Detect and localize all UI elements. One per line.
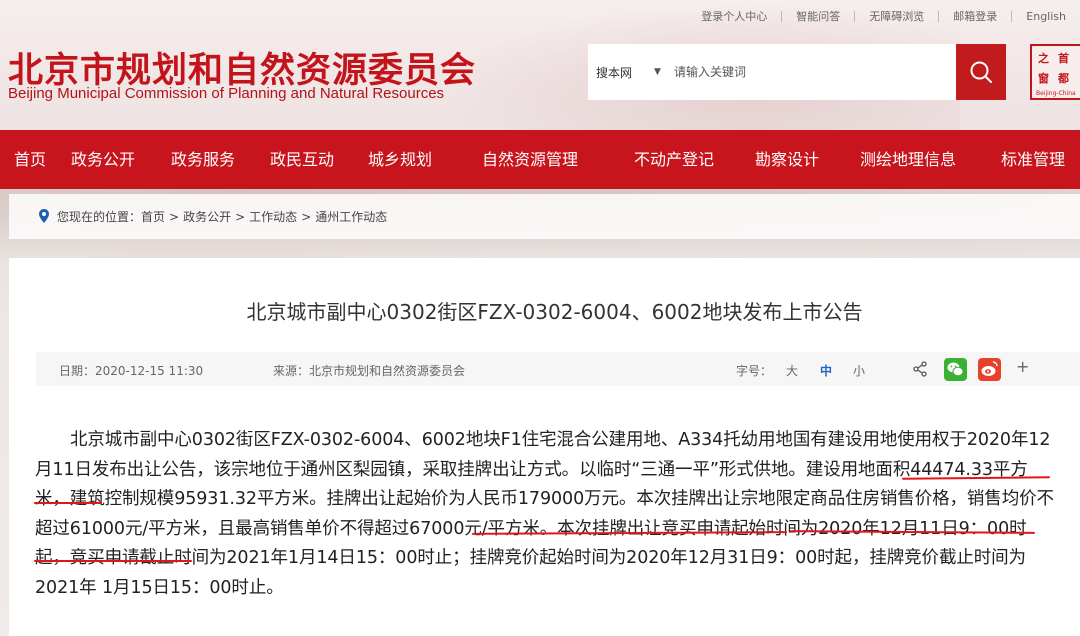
weibo-share-button[interactable] <box>978 358 1001 381</box>
search-icon <box>970 61 992 83</box>
publish-date: 日期：2020-12-15 11:30 <box>59 364 204 378</box>
accessibility-link[interactable]: 无障碍浏览 <box>855 8 938 24</box>
search-scope-select[interactable]: 搜本网 ▼ <box>588 64 674 81</box>
nav-item-gov-affairs[interactable]: 政务公开 <box>71 130 135 189</box>
search-input[interactable] <box>674 52 956 92</box>
breadcrumb-separator: > <box>235 209 246 224</box>
breadcrumb-prefix: 您现在的位置： <box>57 210 142 224</box>
share-icon[interactable] <box>912 361 928 377</box>
annotation-underline <box>34 560 192 562</box>
capital-window-seal[interactable]: 之 首 窗 都 Beijing-China <box>1030 44 1080 100</box>
article-meta-bar: 日期：2020-12-15 11:30 来源：北京市规划和自然资源委员会 字号：… <box>36 352 1080 386</box>
font-size-medium-button[interactable]: 中 <box>820 362 832 379</box>
nav-item-interaction[interactable]: 政民互动 <box>270 130 334 189</box>
seal-char: 首 <box>1058 52 1069 65</box>
breadcrumb: 您现在的位置： 首页 > 政务公开 > 工作动态 > 通州工作动态 <box>9 194 1080 239</box>
annotation-underline <box>34 502 102 504</box>
seal-char: 之 <box>1038 52 1049 65</box>
top-links: 登录个人中心 智能问答 无障碍浏览 邮箱登录 English <box>687 8 1080 24</box>
nav-item-real-estate[interactable]: 不动产登记 <box>634 130 714 189</box>
nav-item-home[interactable]: 首页 <box>14 130 46 189</box>
english-link[interactable]: English <box>1012 10 1080 23</box>
breadcrumb-work-news[interactable]: 工作动态 <box>249 208 297 225</box>
article-title: 北京城市副中心0302街区FZX-0302-6004、6002地块发布上市公告 <box>246 300 863 324</box>
article-body: 北京城市副中心0302街区FZX-0302-6004、6002地块F1住宅混合公… <box>35 426 1055 604</box>
mailbox-link[interactable]: 邮箱登录 <box>939 8 1011 24</box>
breadcrumb-tongzhou-news[interactable]: 通州工作动态 <box>315 208 387 225</box>
weibo-icon <box>981 361 998 376</box>
search-scope-label: 搜本网 <box>596 65 633 80</box>
location-pin-icon <box>39 209 49 223</box>
nav-item-urban-planning[interactable]: 城乡规划 <box>368 130 432 189</box>
article-panel: 北京城市副中心0302街区FZX-0302-6004、6002地块发布上市公告 … <box>9 258 1080 636</box>
caret-down-icon: ▼ <box>654 67 661 77</box>
site-logo-english[interactable]: Beijing Municipal Commission of Planning… <box>8 85 444 102</box>
article-source: 来源：北京市规划和自然资源委员会 <box>273 364 466 378</box>
nav-item-gov-services[interactable]: 政务服务 <box>171 130 235 189</box>
wechat-share-button[interactable] <box>944 358 967 381</box>
font-size-label: 字号： <box>736 364 773 378</box>
seal-char: 都 <box>1058 72 1069 85</box>
breadcrumb-separator: > <box>169 209 180 224</box>
smart-qa-link[interactable]: 智能问答 <box>782 8 854 24</box>
breadcrumb-separator: > <box>301 209 312 224</box>
highlight-supply-mode: “三通一平”形式供地 <box>631 459 789 480</box>
nav-item-surveying-mapping[interactable]: 测绘地理信息 <box>860 130 956 189</box>
seal-char: 窗 <box>1038 72 1049 85</box>
main-nav: 首页 政务公开 政务服务 政民互动 城乡规划 自然资源管理 不动产登记 勘察设计… <box>0 130 1080 189</box>
font-size-small-button[interactable]: 小 <box>853 362 865 379</box>
search-button[interactable] <box>956 44 1006 100</box>
font-size-large-button[interactable]: 大 <box>786 362 798 379</box>
more-share-button[interactable]: + <box>1016 357 1029 376</box>
login-link[interactable]: 登录个人中心 <box>687 8 781 24</box>
nav-item-standards[interactable]: 标准管理 <box>1001 130 1065 189</box>
breadcrumb-gov-affairs[interactable]: 政务公开 <box>183 208 231 225</box>
nav-item-survey-design[interactable]: 勘察设计 <box>755 130 819 189</box>
seal-caption: Beijing-China <box>1036 90 1076 97</box>
nav-item-natural-resources[interactable]: 自然资源管理 <box>482 130 578 189</box>
breadcrumb-home[interactable]: 首页 <box>141 208 165 225</box>
wechat-icon <box>947 362 964 377</box>
highlight-max-price: 且最高销售单价不得超过67000元/平方米 <box>217 518 540 539</box>
search-box: 搜本网 ▼ <box>588 44 956 100</box>
